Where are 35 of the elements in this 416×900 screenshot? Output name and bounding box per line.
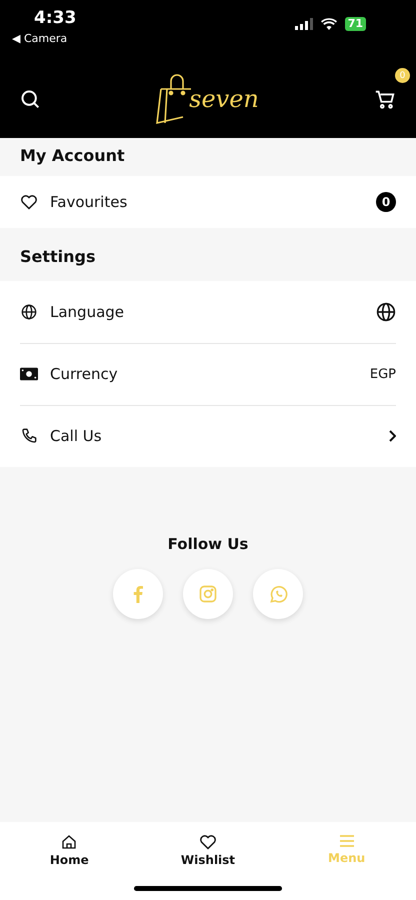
status-time: 4:33: [34, 8, 76, 28]
menu-item[interactable]: Language: [0, 281, 416, 343]
whatsapp-icon: [268, 584, 288, 604]
social-link-button[interactable]: [183, 569, 233, 619]
wifi-icon: [320, 18, 337, 30]
signal-icon: [294, 18, 313, 30]
facebook-icon: [133, 585, 143, 603]
globe-icon: [21, 304, 37, 320]
nav-tab[interactable]: Home: [19, 834, 120, 867]
menu-item[interactable]: Currency EGP: [0, 343, 416, 405]
currency-value: EGP: [370, 366, 396, 382]
section-title: My Account: [19, 145, 126, 167]
cart-icon[interactable]: [374, 88, 396, 110]
nav-tab[interactable]: Wishlist: [158, 834, 258, 867]
search-icon[interactable]: [20, 89, 40, 109]
banknote-icon: [20, 367, 38, 381]
globe-icon: [376, 302, 396, 322]
social-link-button[interactable]: [113, 569, 163, 619]
battery-level: 71: [344, 17, 366, 31]
count-badge: 0: [376, 192, 396, 212]
instagram-icon: [199, 585, 217, 603]
heart-icon: [20, 194, 38, 210]
menu-item[interactable]: Call Us: [0, 405, 416, 467]
heart-icon: [198, 834, 217, 850]
cart-count-badge: 0: [395, 68, 410, 83]
phone-icon: [21, 428, 37, 444]
home-icon: [61, 834, 78, 850]
back-to-app-link[interactable]: ◀ Camera: [12, 32, 68, 45]
brand-logo-text: seven: [189, 85, 259, 113]
section-title: Settings: [19, 246, 97, 268]
chevron-right-icon: [388, 430, 396, 442]
social-link-button[interactable]: [253, 569, 303, 619]
follow-us-title: Follow Us: [168, 535, 248, 553]
menu-item[interactable]: Favourites 0: [0, 176, 416, 228]
menu-icon: [338, 834, 355, 848]
